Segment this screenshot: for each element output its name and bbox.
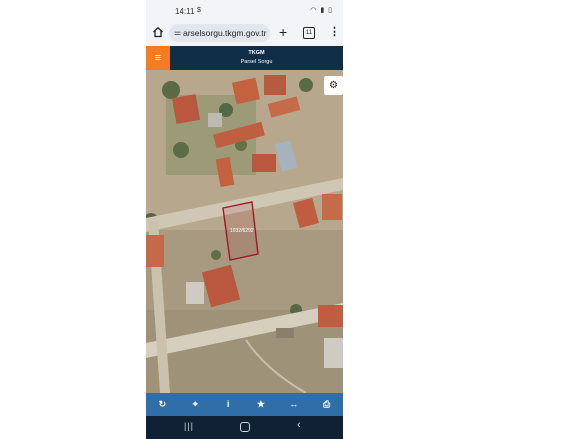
wifi-icon: ◠ — [310, 7, 318, 14]
star-icon[interactable]: ★ — [244, 393, 277, 416]
info-icon[interactable]: i — [212, 393, 245, 416]
status-extra: $ — [197, 7, 201, 14]
app-title: TKGM — [248, 50, 265, 56]
home-button-icon[interactable] — [240, 422, 250, 432]
url-text[interactable]: arselsorgu.tkgm.gov.tr — [183, 28, 266, 38]
status-time: 14:11 — [175, 7, 195, 16]
measure-icon[interactable]: ↔ — [277, 393, 310, 416]
status-bar: 14:11 $ ◠ ▮ ▯ — [146, 0, 343, 22]
status-icons: ◠ ▮ ▯ — [310, 6, 333, 14]
print-icon[interactable]: ⎙ — [310, 393, 343, 416]
app-header: ≡ TKGM Parsel Sorgu — [146, 46, 343, 70]
signal-icon: ▮ — [320, 7, 326, 14]
recent-apps-icon[interactable]: ||| — [184, 421, 194, 431]
browser-toolbar: ⚌ arselsorgu.tkgm.gov.tr + 11 ⋮ — [146, 22, 343, 44]
battery-icon: ▯ — [328, 7, 333, 14]
address-bar[interactable]: ⚌ arselsorgu.tkgm.gov.tr — [169, 24, 270, 42]
back-icon[interactable]: ‹ — [297, 419, 301, 431]
app-subtitle: Parsel Sorgu — [240, 59, 273, 65]
tab-switcher-icon[interactable]: 11 — [303, 27, 315, 39]
menu-button[interactable]: ≡ — [146, 46, 170, 70]
parcel-label: 1032/6292 — [230, 228, 254, 234]
menu-dots-icon[interactable]: ⋮ — [329, 25, 340, 38]
new-tab-icon[interactable]: + — [279, 24, 287, 40]
locate-icon[interactable]: ⌖ — [179, 393, 212, 416]
android-nav-bar: ||| ‹ — [146, 416, 343, 439]
refresh-icon[interactable]: ↻ — [146, 393, 179, 416]
settings-gear-icon[interactable]: ⚙ — [324, 76, 343, 95]
home-icon[interactable] — [152, 26, 164, 38]
site-info-icon[interactable]: ⚌ — [174, 28, 181, 37]
map-toolbar: ↻ ⌖ i ★ ↔ ⎙ — [146, 393, 343, 416]
phone-screen: 14:11 $ ◠ ▮ ▯ ⚌ arselsorgu.tkgm.gov.tr +… — [146, 0, 343, 439]
